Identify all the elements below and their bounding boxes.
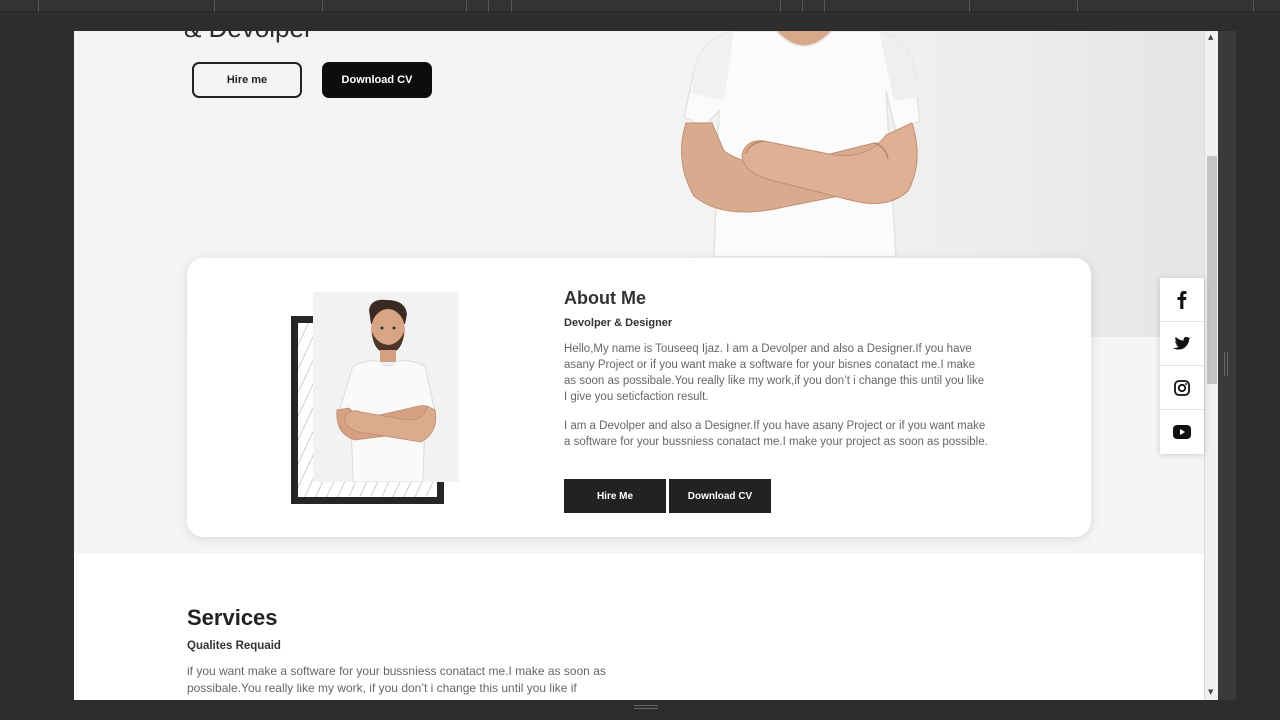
about-portrait-image	[313, 292, 459, 482]
services-text: if you want make a software for your bus…	[187, 664, 606, 695]
scroll-down-arrow-icon[interactable]: ▼	[1208, 688, 1213, 696]
about-paragraph-2: I am a Devolper and also a Designer.If y…	[564, 420, 988, 448]
hero-portrait-image	[681, 31, 921, 257]
about-paragraph-1: Hello,My name is Touseeq Ijaz. I am a De…	[564, 343, 985, 403]
toolbar-separator	[214, 0, 215, 12]
panel-resize-handle[interactable]	[1224, 352, 1228, 376]
scroll-thumb[interactable]	[1207, 156, 1217, 384]
website-preview: & Devolper Hire me Download CV	[74, 31, 1204, 700]
facebook-icon	[1177, 290, 1187, 309]
toolbar-separator	[466, 0, 467, 12]
toolbar-separator	[1077, 0, 1078, 12]
bottom-resize-handle[interactable]	[634, 705, 658, 709]
services-title: Services	[187, 605, 278, 630]
toolbar-separator	[322, 0, 323, 12]
top-toolbar-strip	[0, 0, 1280, 12]
toolbar-separator	[511, 0, 512, 12]
scroll-up-arrow-icon[interactable]: ▲	[1208, 33, 1213, 41]
instagram-icon	[1174, 379, 1190, 396]
toolbar-separator	[780, 0, 781, 12]
toolbar-separator	[1253, 0, 1254, 12]
toolbar-separator	[969, 0, 970, 12]
about-subtitle: Devolper & Designer	[564, 317, 673, 329]
instagram-link[interactable]	[1160, 366, 1204, 410]
facebook-link[interactable]	[1160, 278, 1204, 322]
youtube-icon	[1173, 425, 1191, 439]
toolbar-separator	[488, 0, 489, 12]
about-download-cv-button[interactable]: Download CV	[669, 479, 771, 513]
toolbar-separator	[802, 0, 803, 12]
about-card: About Me Devolper & Designer Hello,My na…	[187, 258, 1091, 537]
twitter-link[interactable]	[1160, 322, 1204, 366]
youtube-link[interactable]	[1160, 410, 1204, 454]
social-sidebar	[1160, 278, 1204, 454]
twitter-icon	[1173, 336, 1191, 350]
hero-hire-button[interactable]: Hire me	[192, 62, 302, 98]
page-scrollbar[interactable]: ▲ ▼	[1204, 31, 1218, 700]
toolbar-separator	[38, 0, 39, 12]
toolbar-separator	[824, 0, 825, 12]
services-subtitle: Qualites Requaid	[187, 640, 281, 652]
about-hire-button[interactable]: Hire Me	[564, 479, 666, 513]
about-title: About Me	[564, 288, 646, 308]
hero-download-cv-button[interactable]: Download CV	[322, 62, 432, 98]
hero-heading: & Devolper	[184, 31, 313, 44]
